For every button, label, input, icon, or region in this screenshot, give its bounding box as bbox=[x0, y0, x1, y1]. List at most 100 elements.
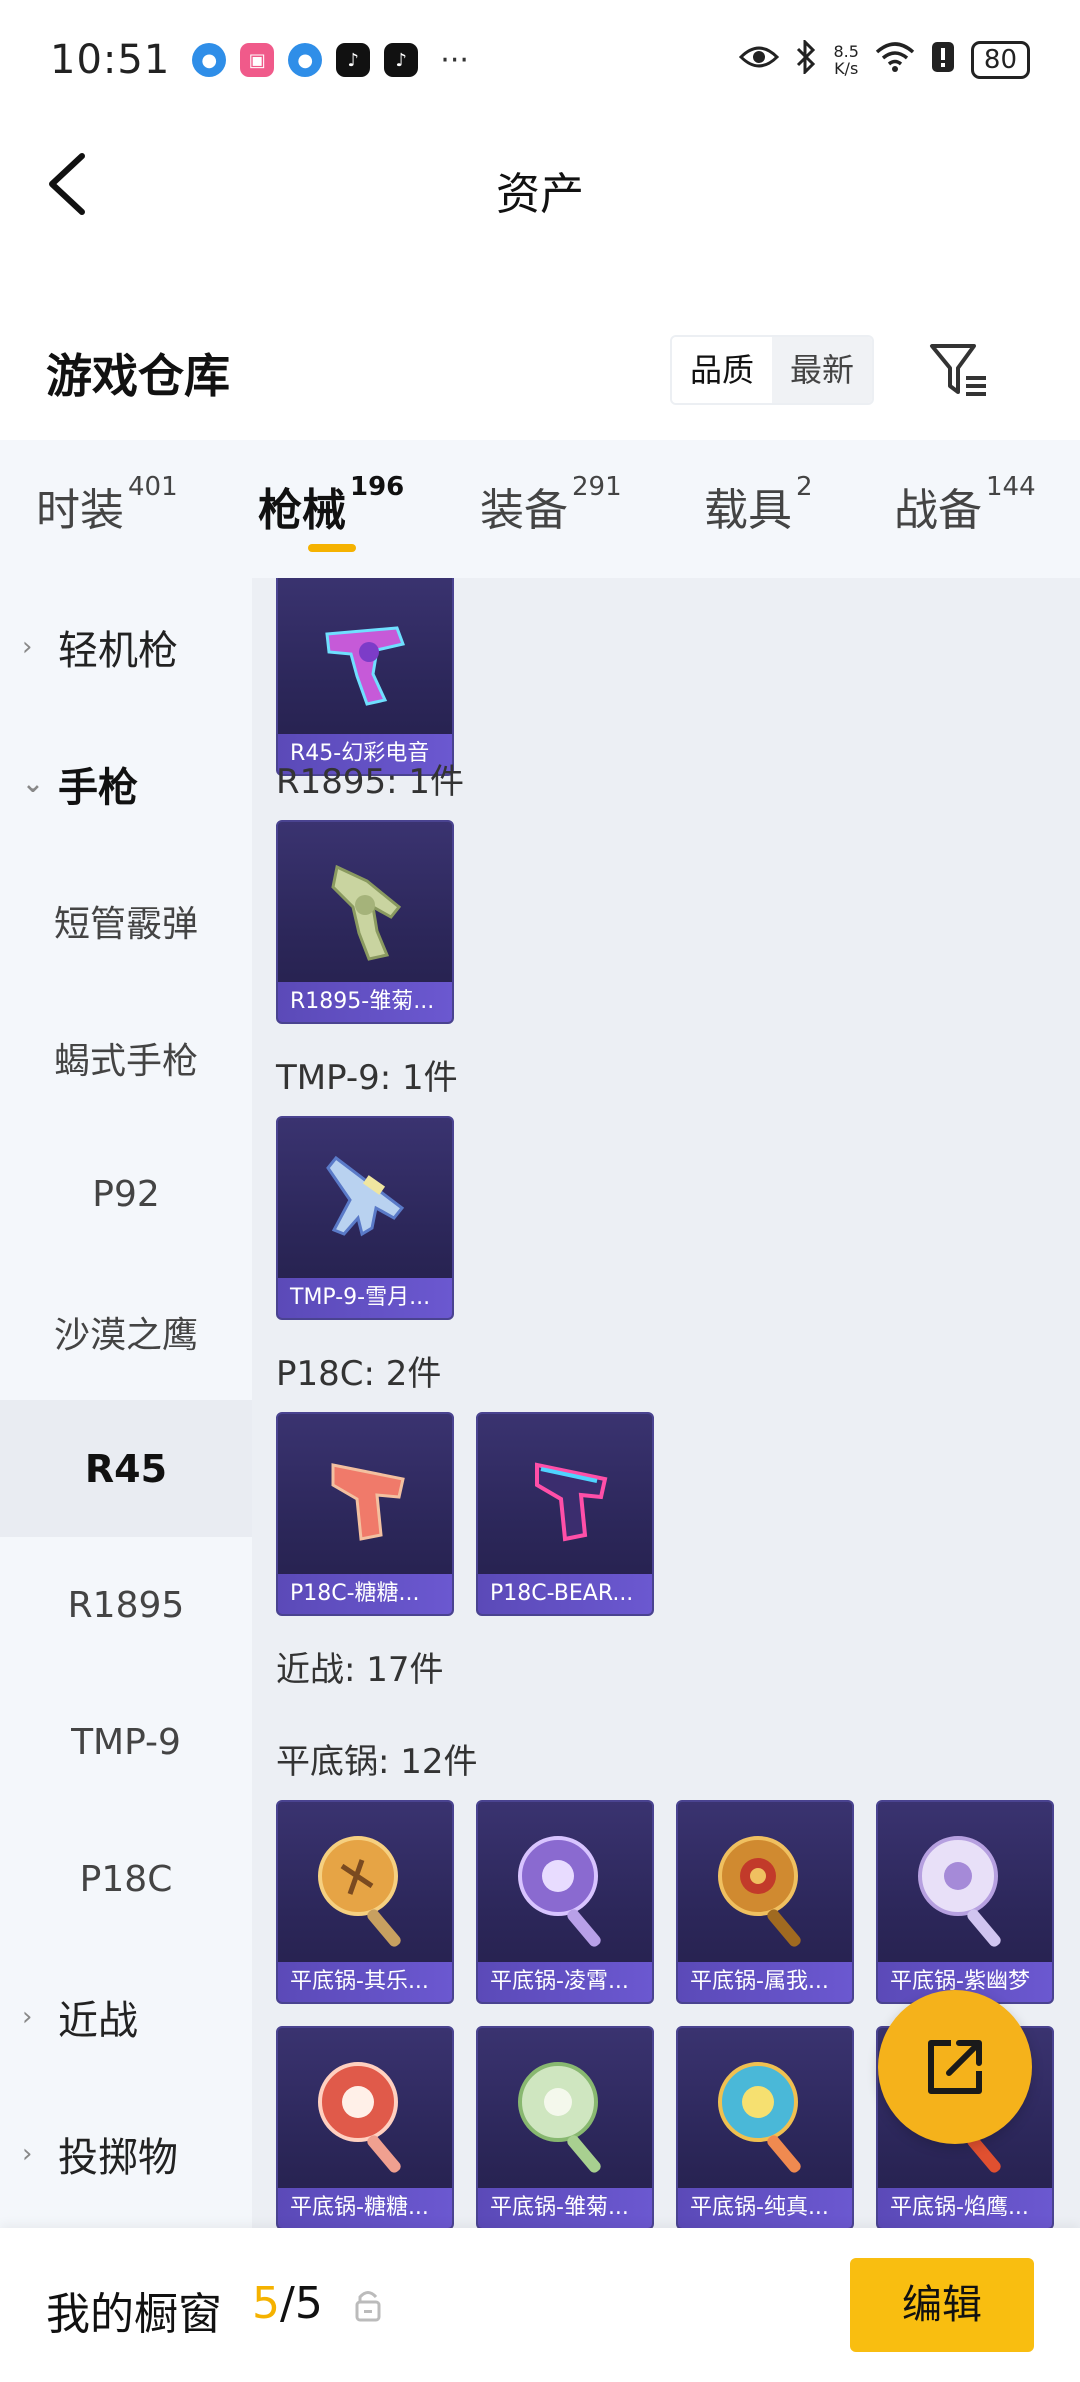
tab-combat-gear[interactable]: 战备 144 bbox=[894, 472, 1036, 538]
sidebar-item-skorpion[interactable]: 蝎式手枪 bbox=[0, 989, 252, 1126]
item-card[interactable]: TMP-9-雪月... bbox=[276, 1116, 454, 1320]
battery-icon: 80 bbox=[970, 41, 1030, 79]
filter-icon bbox=[930, 344, 986, 396]
status-bar: 10:51 ● ▣ ● ♪ ♪ ··· 8.5 K/s 80 bbox=[0, 0, 1080, 120]
showcase-bar: 我的橱窗 5/5 编辑 bbox=[0, 2228, 1080, 2382]
sidebar-item-p92[interactable]: P92 bbox=[0, 1126, 252, 1263]
section-label: R1895: 1件 bbox=[276, 762, 465, 802]
pistol-icon bbox=[278, 1424, 452, 1574]
pan-icon bbox=[878, 1812, 1052, 1962]
network-speed: 8.5 K/s bbox=[833, 43, 858, 77]
sidebar-item-label: R45 bbox=[84, 1446, 168, 1491]
showcase-current: 5 bbox=[252, 2278, 280, 2329]
page-title: 资产 bbox=[496, 169, 584, 220]
sidebar-item-melee[interactable]: › 近战 bbox=[0, 1948, 252, 2085]
sidebar-item-p18c[interactable]: P18C bbox=[0, 1811, 252, 1948]
sidebar-item-sawed-off[interactable]: 短管霰弹 bbox=[0, 852, 252, 989]
item-name: 平底锅-凌霄... bbox=[478, 1962, 652, 2002]
item-card[interactable]: P18C-BEAR... bbox=[476, 1412, 654, 1616]
notification-icons: ● ▣ ● ♪ ♪ ··· bbox=[192, 43, 469, 78]
item-card[interactable]: 平底锅-属我... bbox=[676, 1800, 854, 2004]
revolver-icon bbox=[278, 832, 452, 982]
sidebar-item-tmp9[interactable]: TMP-9 bbox=[0, 1674, 252, 1811]
tab-label: 装备 bbox=[480, 485, 568, 536]
item-card[interactable]: 平底锅-凌霄... bbox=[476, 1800, 654, 2004]
pistol-icon bbox=[478, 1424, 652, 1574]
chevron-down-icon: ⌄ bbox=[22, 768, 44, 799]
chevron-right-icon: › bbox=[22, 2138, 33, 2169]
smg-icon bbox=[278, 1128, 452, 1278]
warehouse-header: 游戏仓库 品质 最新 bbox=[0, 320, 1080, 420]
item-name: 平底锅-糖糖... bbox=[278, 2188, 452, 2228]
app-header: 资产 bbox=[0, 120, 1080, 250]
item-card[interactable]: R45-幻彩电音 bbox=[276, 578, 454, 776]
edit-button[interactable]: 编辑 bbox=[850, 2258, 1034, 2352]
network-speed-unit: K/s bbox=[834, 59, 859, 78]
section-label: P18C: 2件 bbox=[276, 1354, 442, 1394]
tab-equipment[interactable]: 装备 291 bbox=[480, 472, 622, 538]
lock-icon bbox=[354, 2288, 382, 2322]
item-name: 平底锅-雏菊... bbox=[478, 2188, 652, 2228]
showcase-count: 5/5 bbox=[252, 2278, 323, 2329]
sidebar-item-throwables[interactable]: › 投掷物 bbox=[0, 2085, 252, 2222]
sidebar-item-desert-eagle[interactable]: 沙漠之鹰 bbox=[0, 1263, 252, 1400]
item-card[interactable]: 平底锅-纯真... bbox=[676, 2026, 854, 2228]
sidebar-item-label: 短管霰弹 bbox=[53, 903, 198, 945]
sidebar-item-pistols[interactable]: ⌄ 手枪 bbox=[0, 715, 252, 852]
share-button[interactable] bbox=[878, 1990, 1032, 2144]
tab-count: 2 bbox=[796, 472, 813, 502]
tiktok-icon: ♪ bbox=[384, 43, 419, 77]
item-name: 平底锅-属我... bbox=[678, 1962, 852, 2002]
bilibili-icon: ▣ bbox=[240, 43, 275, 77]
revolver-icon bbox=[278, 584, 452, 734]
tab-count: 401 bbox=[128, 472, 178, 502]
browser-icon: ● bbox=[288, 43, 323, 77]
item-name: 平底锅-其乐... bbox=[278, 1962, 452, 2002]
sidebar-item-lmg[interactable]: › 轻机枪 bbox=[0, 578, 252, 715]
browser-icon: ● bbox=[192, 43, 227, 77]
item-grid: R45-幻彩电音 R1895: 1件 R1895-雏菊... TMP-9: 1件… bbox=[252, 578, 1080, 2228]
tab-label: 载具 bbox=[704, 485, 792, 536]
tiktok-icon: ♪ bbox=[336, 43, 371, 77]
showcase-label: 我的橱窗 bbox=[46, 2289, 222, 2340]
pan-icon bbox=[678, 2038, 852, 2188]
status-time: 10:51 bbox=[50, 37, 171, 83]
item-name: 平底锅-纯真... bbox=[678, 2188, 852, 2228]
more-notifications-icon: ··· bbox=[440, 42, 469, 78]
tab-fashion[interactable]: 时装 401 bbox=[36, 472, 178, 538]
item-card[interactable]: 平底锅-雏菊... bbox=[476, 2026, 654, 2228]
showcase-separator: / bbox=[280, 2278, 295, 2329]
sidebar-item-label: P92 bbox=[92, 1174, 160, 1215]
sidebar-item-label: TMP-9 bbox=[71, 1722, 181, 1763]
sort-by-quality[interactable]: 品质 bbox=[672, 337, 772, 403]
tab-count: 291 bbox=[572, 472, 622, 502]
sidebar-item-label: R1895 bbox=[67, 1585, 185, 1626]
sort-toggle: 品质 最新 bbox=[670, 335, 874, 405]
showcase-total: 5 bbox=[294, 2278, 323, 2329]
weapon-category-sidebar: › 轻机枪 ⌄ 手枪 短管霰弹 蝎式手枪 P92 沙漠之鹰 R45 R1895 TM… bbox=[0, 578, 252, 2228]
chevron-right-icon: › bbox=[22, 631, 33, 662]
tab-count: 196 bbox=[350, 472, 405, 502]
sidebar-item-label: 近战 bbox=[58, 1997, 138, 2044]
sort-by-newest[interactable]: 最新 bbox=[772, 337, 872, 403]
pan-icon bbox=[278, 1812, 452, 1962]
sidebar-item-r45[interactable]: R45 bbox=[0, 1400, 252, 1537]
tab-guns[interactable]: 枪械 196 bbox=[258, 472, 405, 538]
sidebar-item-label: P18C bbox=[79, 1859, 173, 1900]
section-label: 近战: 17件 bbox=[276, 1650, 444, 1690]
item-card[interactable]: R1895-雏菊... bbox=[276, 820, 454, 1024]
tab-count: 144 bbox=[986, 472, 1036, 502]
item-card[interactable]: 平底锅-其乐... bbox=[276, 1800, 454, 2004]
tab-label: 时装 bbox=[36, 485, 124, 536]
tab-vehicles[interactable]: 载具 2 bbox=[704, 472, 813, 538]
item-card[interactable]: 平底锅-糖糖... bbox=[276, 2026, 454, 2228]
tab-label: 战备 bbox=[894, 485, 982, 536]
section-label: 平底锅: 12件 bbox=[276, 1742, 478, 1782]
filter-button[interactable] bbox=[928, 340, 988, 400]
item-card[interactable]: P18C-糖糖... bbox=[276, 1412, 454, 1616]
sidebar-item-label: 沙漠之鹰 bbox=[53, 1314, 198, 1356]
item-name: R1895-雏菊... bbox=[278, 982, 452, 1022]
pan-icon bbox=[278, 2038, 452, 2188]
sidebar-item-r1895[interactable]: R1895 bbox=[0, 1537, 252, 1674]
item-card[interactable]: 平底锅-紫幽梦 bbox=[876, 1800, 1054, 2004]
